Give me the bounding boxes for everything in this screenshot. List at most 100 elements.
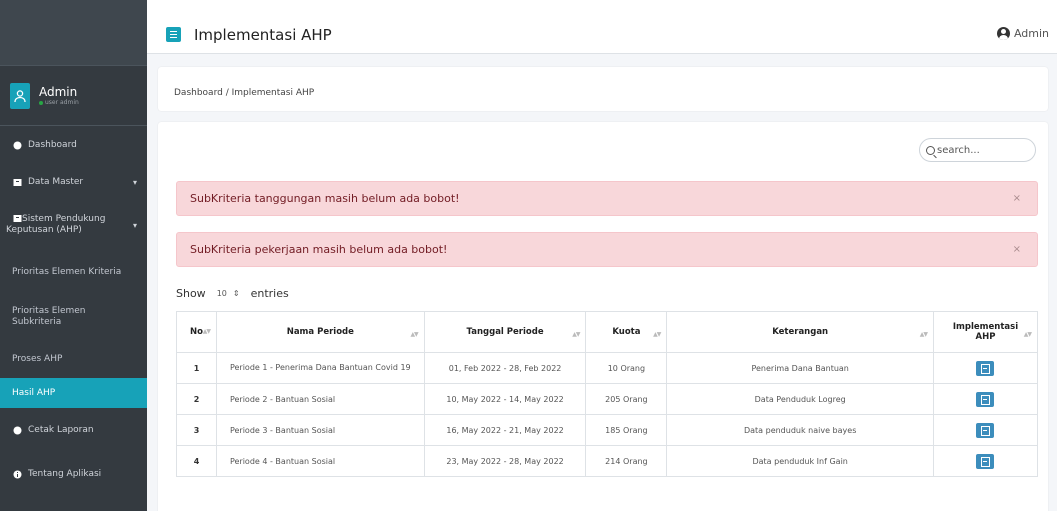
sort-icon: ▲▼: [202, 328, 211, 335]
info-icon: [12, 469, 22, 479]
sidebar-subitem-label: Proses AHP: [12, 354, 63, 364]
sidebar-subitem-hasil-ahp[interactable]: Hasil AHP: [0, 378, 147, 408]
sidebar-brand: [0, 0, 147, 66]
print-icon: [12, 425, 22, 435]
implementasi-ahp-button[interactable]: [976, 360, 995, 376]
cell-nama-periode: Periode 3 - Bantuan Sosial: [215, 414, 425, 446]
column-header-tanggal-periode[interactable]: Tanggal Periode ▲▼: [423, 311, 587, 353]
sidebar-user-role: user admin: [39, 99, 79, 106]
cell-action: [932, 414, 1039, 446]
sidebar-user-name: Admin: [39, 85, 78, 99]
close-icon[interactable]: ×: [1013, 193, 1021, 204]
dashboard-icon: [12, 140, 22, 150]
column-header-no[interactable]: No ▲▼: [176, 311, 217, 353]
table-row: 2 Periode 2 - Bantuan Sosial 10, May 202…: [176, 383, 1039, 415]
cell-action: [932, 352, 1039, 384]
cell-tanggal-periode: 23, May 2022 - 28, May 2022: [423, 445, 587, 477]
cell-action: [932, 445, 1039, 477]
sidebar-subitem-label: Prioritas Elemen Kriteria: [12, 266, 122, 277]
implementasi-ahp-button[interactable]: [976, 391, 995, 407]
cell-no: 2: [176, 383, 217, 415]
alert-danger: SubKriteria tanggungan masih belum ada b…: [176, 181, 1038, 216]
alert-text: SubKriteria pekerjaan masih belum ada bo…: [190, 243, 448, 256]
show-entries: Show 10 ⇕ entries: [176, 285, 289, 301]
sidebar-item-label: Sistem Pendukung Keputusan (AHP): [6, 214, 106, 235]
implementasi-ahp-button[interactable]: [976, 422, 995, 438]
cell-tanggal-periode: 10, May 2022 - 14, May 2022: [423, 383, 587, 415]
cell-keterangan: Data penduduk Inf Gain: [666, 445, 934, 477]
database-icon: [12, 213, 22, 223]
menu-toggle-icon[interactable]: [166, 27, 181, 42]
table-row: 1 Periode 1 - Penerima Dana Bantuan Covi…: [176, 352, 1039, 384]
search-placeholder: search...: [937, 144, 980, 156]
entries-label: entries: [250, 286, 289, 300]
column-header-nama-periode[interactable]: Nama Periode ▲▼: [215, 311, 425, 353]
main-card: search... SubKriteria tanggungan masih b…: [158, 122, 1048, 511]
cell-action: [932, 383, 1039, 415]
show-label: Show: [176, 286, 206, 300]
sort-icon: ▲▼: [1023, 331, 1032, 338]
sidebar-item-label: Cetak Laporan: [28, 425, 94, 435]
sidebar-user-panel: Admin user admin: [0, 66, 147, 126]
cell-kuota: 185 Orang: [585, 414, 668, 446]
cell-no: 4: [176, 445, 217, 477]
user-menu-label: Admin: [1013, 27, 1049, 40]
cell-kuota: 214 Orang: [585, 445, 668, 477]
cell-no: 1: [176, 352, 217, 384]
user-circle-icon: [996, 27, 1010, 40]
cell-kuota: 205 Orang: [585, 383, 668, 415]
sidebar-subitem-proses-ahp[interactable]: Proses AHP: [0, 340, 147, 378]
table-row: 3 Periode 3 - Bantuan Sosial 16, May 202…: [176, 414, 1039, 446]
alert-text: SubKriteria tanggungan masih belum ada b…: [190, 192, 460, 205]
search-icon: [926, 145, 935, 155]
column-header-kuota[interactable]: Kuota ▲▼: [585, 311, 668, 353]
online-dot-icon: [39, 100, 43, 105]
cell-keterangan: Data penduduk naive bayes: [666, 414, 934, 446]
top-navbar: Implementasi AHP Admin: [147, 0, 1057, 54]
alert-danger: SubKriteria pekerjaan masih belum ada bo…: [176, 232, 1038, 267]
cell-nama-periode: Periode 2 - Bantuan Sosial: [215, 383, 425, 415]
sidebar: Admin user admin Dashboard Data Master ▾…: [0, 0, 147, 511]
sidebar-item-label: Data Master: [28, 177, 84, 187]
sidebar-subitem-prioritas-subkriteria[interactable]: Prioritas Elemen Subkriteria: [0, 294, 147, 340]
search-input[interactable]: search...: [919, 138, 1036, 162]
sort-icon: ▲▼: [572, 331, 580, 338]
sort-icon: ▲▼: [919, 331, 928, 338]
caret-down-icon: ▾: [132, 177, 137, 187]
sidebar-item-tentang-aplikasi[interactable]: Tentang Aplikasi: [0, 452, 147, 496]
cell-nama-periode: Periode 4 - Bantuan Sosial: [215, 445, 425, 477]
column-header-implementasi-ahp[interactable]: Implementasi AHP ▲▼: [932, 311, 1039, 353]
breadcrumb: Dashboard / Implementasi AHP: [158, 67, 1048, 111]
cell-keterangan: Penerima Dana Bantuan: [666, 352, 934, 384]
page-title: Implementasi AHP: [194, 26, 332, 44]
cell-tanggal-periode: 01, Feb 2022 - 28, Feb 2022: [423, 352, 587, 384]
sidebar-item-data-master[interactable]: Data Master ▾: [0, 164, 147, 200]
cell-tanggal-periode: 16, May 2022 - 21, May 2022: [423, 414, 587, 446]
implementasi-ahp-button[interactable]: [976, 453, 995, 469]
sidebar-item-label: Tentang Aplikasi: [28, 469, 102, 479]
sidebar-item-cetak-laporan[interactable]: Cetak Laporan: [0, 408, 147, 452]
user-menu[interactable]: Admin: [996, 27, 1049, 40]
cell-kuota: 10 Orang: [585, 352, 668, 384]
close-icon[interactable]: ×: [1013, 244, 1021, 255]
sidebar-item-spk[interactable]: Sistem Pendukung Keputusan (AHP) ▾: [0, 200, 147, 250]
sort-icon: ▲▼: [410, 331, 418, 338]
sidebar-subitem-label: Prioritas Elemen Subkriteria: [12, 306, 86, 327]
entries-select-value: 10: [216, 288, 227, 298]
cell-nama-periode: Periode 1 - Penerima Dana Bantuan Covid …: [215, 352, 425, 384]
sidebar-item-label: Dashboard: [28, 140, 77, 150]
sort-icon: ▲▼: [653, 331, 661, 338]
table-header-row: No ▲▼ Nama Periode ▲▼ Tanggal Periode ▲▼ Ku…: [176, 311, 1039, 353]
caret-down-icon: ▾: [132, 220, 137, 230]
select-arrows-icon: ⇕: [232, 288, 240, 298]
periode-table: No ▲▼ Nama Periode ▲▼ Tanggal Periode ▲▼ Ku…: [176, 311, 1039, 477]
user-avatar-icon: [10, 82, 30, 109]
sidebar-item-dashboard[interactable]: Dashboard: [0, 126, 147, 164]
sidebar-subitem-prioritas-kriteria[interactable]: Prioritas Elemen Kriteria: [0, 250, 147, 294]
column-header-keterangan[interactable]: Keterangan ▲▼: [666, 311, 934, 353]
cell-no: 3: [176, 414, 217, 446]
cell-keterangan: Data Penduduk Logreg: [666, 383, 934, 415]
database-icon: [12, 177, 22, 187]
entries-select[interactable]: 10 ⇕: [212, 285, 245, 301]
table-row: 4 Periode 4 - Bantuan Sosial 23, May 202…: [176, 445, 1039, 477]
